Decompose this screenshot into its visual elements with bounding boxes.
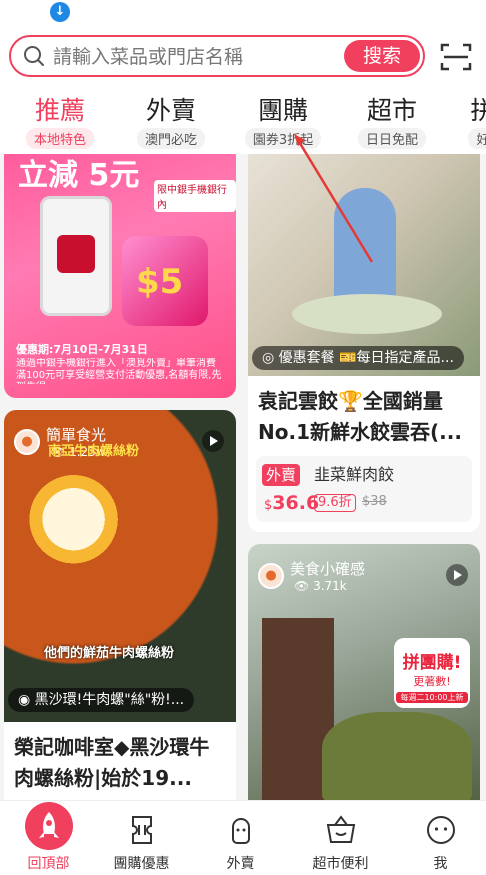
video-card-1[interactable]: ● 簡單食光 👁 1.23w 南亞牛肉螺絲粉 他們的鮮茄牛肉螺絲粉 ◉ 黑沙環!… [4,410,236,800]
nav-label: 超市便利 [312,856,369,872]
basket-icon [326,815,355,843]
price-value: 36.6 [272,492,320,514]
deal-price: $36.6 [264,492,319,514]
promo-fine-print: 通過中銀手機銀行進入「澳覓外賣」單筆消費滿100元可享受經營支付活動優惠,名額有… [16,358,222,384]
tab-sub: 好 [468,128,486,149]
person-figure [334,188,396,308]
view-count-value: 3.71k [313,579,347,593]
rocket-icon [24,802,73,850]
view-count: 👁 3.71k [294,579,347,593]
eye-icon: ◉ [18,692,35,708]
bank-logo-icon [57,235,95,273]
nav-profile[interactable]: 我 [392,801,486,873]
feed: 立減 5元 限中銀手機銀行內 $5 優惠期:7月10日-7月31日 通過中銀手機… [0,154,486,800]
ticket-icon: ◎ [262,350,279,366]
search-input[interactable] [53,45,333,69]
food-dishes [322,712,472,800]
video-thumbnail: ● 美食小確感 👁 3.71k 拼團購! 更著數! 每週二10:00上新 [248,544,480,800]
deal-item-name: 韭菜鮮肉餃 [314,465,395,484]
nav-back-to-top[interactable]: 回頂部 [0,801,97,873]
scan-icon[interactable] [440,42,472,72]
video-caption: ◉ 黑沙環!牛肉螺"絲"粉!... [8,688,195,712]
takeaway-tag: 外賣 [262,464,301,486]
poster-time: 每週二10:00上新 [396,692,468,703]
nav-label: 外賣 [226,856,255,872]
top-bar: 搜索 [0,30,486,92]
nav-group-buy[interactable]: 團購優惠 [93,801,190,873]
profile-icon [426,816,455,844]
deal-card[interactable]: ◎ 優惠套餐 🎫每日指定產品... 袁記雲餃🏆全國銷量No.1新鮮水餃雲吞(..… [248,154,480,532]
promo-card[interactable]: 立減 5元 限中銀手機銀行內 $5 優惠期:7月10日-7月31日 通過中銀手機… [4,154,236,398]
coupon-graphic: $5 [122,236,208,326]
food-dishes [292,294,442,334]
poster-subtitle: 更著數! [413,675,451,688]
tab-recommended[interactable]: 推薦 本地特色 [5,92,115,149]
phone-graphic [40,196,112,316]
promo-amount: $5 [136,262,184,302]
avatar: ● [14,428,40,455]
group-buy-poster: 拼團購! 更著數! 每週二10:00上新 [394,638,470,708]
bottom-nav: 回頂部 團購優惠 外賣 超市便利 我 [0,800,486,875]
deal-caption: ◎ 優惠套餐 🎫每日指定產品... [252,346,464,370]
author-info: ● 美食小確感 👁 3.71k [258,558,365,593]
tab-sub: 本地特色 [25,128,94,149]
promo-period: 優惠期:7月10日-7月31日 [16,343,148,356]
takeaway-icon [231,818,250,844]
promo-badge: 限中銀手機銀行內 [154,180,236,212]
nav-label: 回頂部 [27,856,70,872]
caption-text: 黑沙環!牛肉螺"絲"粉!... [34,692,185,708]
video-card-2[interactable]: ● 美食小確感 👁 3.71k 拼團購! 更著數! 每週二10:00上新 [248,544,480,800]
deal-caption-text: 優惠套餐 🎫每日指定產品... [278,350,454,366]
category-tabs: 推薦 本地特色 外賣 澳門必吃 團購 園券3折起 超市 日日免配 拼 好 [0,92,486,154]
tab-partial[interactable]: 拼 好 [428,92,486,149]
video-thumbnail: ● 簡單食光 👁 1.23w 南亞牛肉螺絲粉 他們的鮮茄牛肉螺絲粉 ◉ 黑沙環!… [4,410,236,722]
video-overlay-text: 南亞牛肉螺絲粉 [48,444,140,459]
play-icon [446,564,468,586]
tab-group-buy[interactable]: 團購 園券3折起 [228,92,338,149]
card-title: 袁記雲餃🏆全國銷量No.1新鮮水餃雲吞(... [258,389,462,444]
search-button[interactable]: 搜索 [344,40,420,72]
original-price: $38 [362,494,387,509]
nav-label: 我 [433,856,448,872]
poster-title: 拼團購! [402,653,462,673]
tab-label: 拼 [470,96,486,125]
tab-sub: 日日免配 [357,128,426,149]
tab-sub: 園券3折起 [244,128,322,149]
promo-headline: 立減 5元 [18,158,140,193]
tab-takeaway[interactable]: 外賣 澳門必吃 [116,92,226,149]
tab-label: 推薦 [34,96,85,125]
discount-badge: 9.6折 [314,494,356,512]
search-icon [24,46,44,66]
tab-label: 團購 [257,96,308,125]
deal-image: ◎ 優惠套餐 🎫每日指定產品... [248,154,480,376]
search-bar: 搜索 [9,35,425,77]
video-subtitle: 他們的鮮茄牛肉螺絲粉 [44,646,175,661]
play-icon [202,430,224,452]
tab-label: 外賣 [145,96,196,125]
nav-takeaway[interactable]: 外賣 [192,801,289,873]
status-bar: ↓ [0,0,486,30]
tab-sub: 澳門必吃 [136,128,205,149]
deal-item[interactable]: 外賣 韭菜鮮肉餃 $36.6 9.6折 $38 [256,456,472,522]
card-title: 榮記咖啡室◆黑沙環牛肉螺絲粉|始於19... [14,735,210,790]
ticket-icon [131,816,152,844]
download-icon: ↓ [50,2,70,22]
author-name: 美食小確感 [290,560,366,578]
nav-supermarket[interactable]: 超市便利 [292,801,389,873]
nav-label: 團購優惠 [113,856,170,872]
avatar: ● [258,562,284,589]
promo-banner: 立減 5元 限中銀手機銀行內 $5 優惠期:7月10日-7月31日 通過中銀手機… [4,154,236,398]
